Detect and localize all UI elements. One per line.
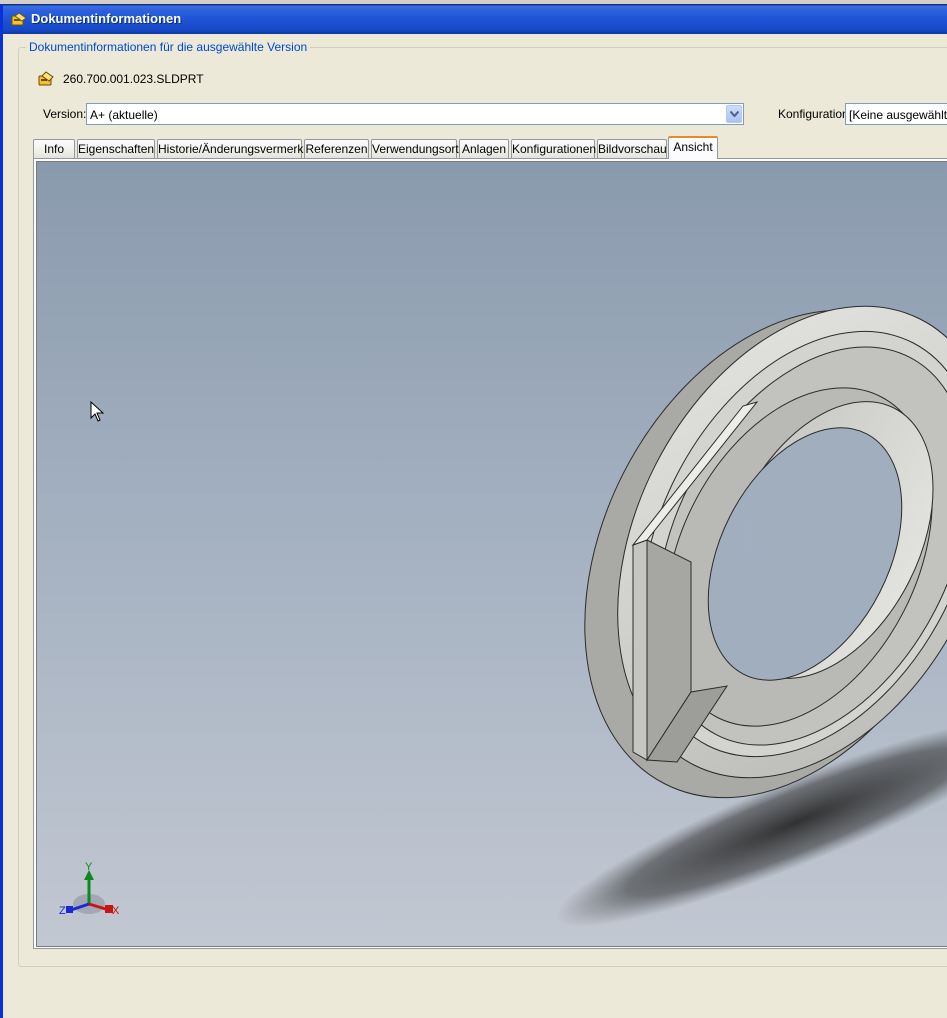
triad-y-label: Y [85, 861, 93, 873]
tab-anlagen[interactable]: Anlagen [459, 139, 509, 158]
tab-konfigurationen[interactable]: Konfigurationen [511, 139, 596, 158]
axis-triad: Y X Z [59, 861, 120, 917]
mouse-cursor [90, 400, 105, 422]
triad-x-label: X [112, 905, 120, 917]
part-model-render[interactable]: Y X Z [37, 162, 947, 947]
configuration-field[interactable]: [Keine ausgewählt] [845, 103, 947, 125]
tab-verwendungsort[interactable]: Verwendungsort [371, 139, 459, 158]
tab-info[interactable]: Info [33, 139, 75, 158]
tab-referenzen[interactable]: Referenzen [304, 139, 369, 158]
version-dropdown[interactable]: A+ (aktuelle) [86, 103, 744, 125]
configuration-label: Konfiguration: [778, 107, 853, 121]
version-value: A+ (aktuelle) [90, 108, 158, 122]
chevron-down-icon[interactable] [726, 105, 742, 123]
triad-z-label: Z [59, 905, 66, 917]
group-legend: Dokumentinformationen für die ausgewählt… [26, 40, 311, 54]
vault-app-icon [11, 12, 27, 26]
part-icon [38, 71, 54, 86]
tab-bildvorschau[interactable]: Bildvorschau [597, 139, 667, 158]
document-filename: 260.700.001.023.SLDPRT [63, 72, 204, 86]
tab-ansicht[interactable]: Ansicht [668, 136, 718, 159]
view-panel: Y X Z [33, 158, 947, 949]
window-title: Dokumentinformationen [31, 11, 182, 26]
tab-historie[interactable]: Historie/Änderungsvermerke [157, 139, 310, 158]
version-label: Version: [43, 107, 87, 121]
title-bar[interactable]: Dokumentinformationen [3, 4, 947, 34]
configuration-value: [Keine ausgewählt] [849, 108, 947, 122]
tab-eigenschaften[interactable]: Eigenschaften [77, 139, 155, 158]
3d-viewport[interactable]: Y X Z [36, 161, 947, 947]
